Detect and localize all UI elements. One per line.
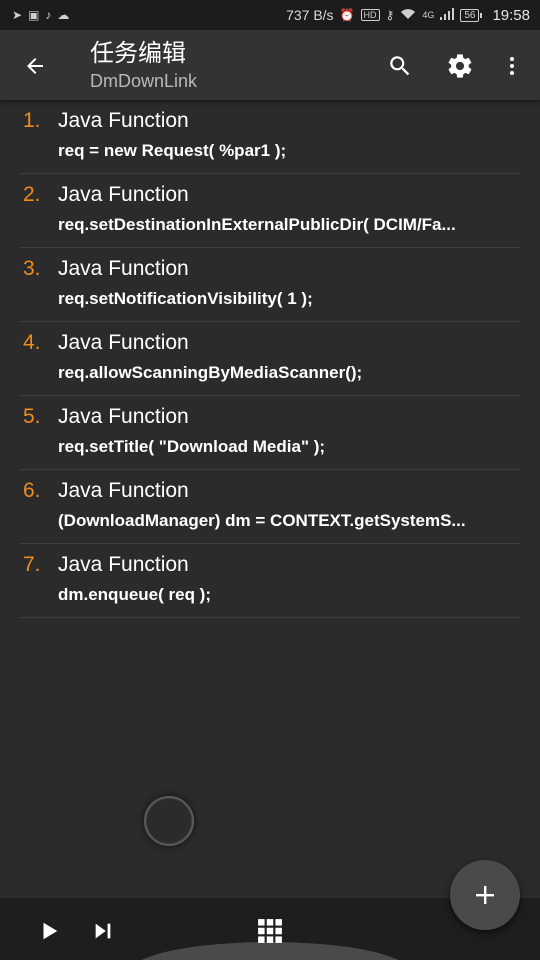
action-row-4[interactable]: 4. Java Function req.allowScanningByMedi… <box>20 322 520 396</box>
action-number: 7. <box>23 553 41 576</box>
status-right-icons: 737 B/s ⏰ HD ⚷ 4G 56 19:58 <box>286 7 530 24</box>
skip-next-icon <box>95 923 111 939</box>
net-type: 4G <box>422 9 435 20</box>
action-code: req.setTitle( "Download Media" ); <box>58 437 326 456</box>
more-vert-icon <box>510 57 514 75</box>
action-code: req.setNotificationVisibility( 1 ); <box>58 289 313 308</box>
action-code: (DownloadManager) dm = CONTEXT.getSystem… <box>58 511 466 530</box>
play-button[interactable] <box>32 914 66 948</box>
battery-level: 56 <box>460 8 480 22</box>
action-row-6[interactable]: 6. Java Function (DownloadManager) dm = … <box>20 470 520 544</box>
action-name: Java Function <box>58 553 189 576</box>
alarm-icon: ⏰ <box>339 8 355 22</box>
gear-icon <box>448 54 472 78</box>
page-title: 任务编辑 <box>90 39 186 67</box>
play-icon <box>43 922 58 940</box>
battery-icon: 56 <box>460 8 483 22</box>
action-code: req = new Request( %par1 ); <box>58 141 287 160</box>
title-block: 任务编辑 DmDownLink <box>90 38 197 92</box>
touch-indicator <box>144 796 194 846</box>
back-arrow-icon <box>27 58 43 74</box>
app-bar: 任务编辑 DmDownLink <box>0 30 540 100</box>
action-row-3[interactable]: 3. Java Function req.setNotificationVisi… <box>20 248 520 322</box>
hd-badge: HD <box>360 9 380 21</box>
search-icon <box>390 56 410 76</box>
settings-button[interactable] <box>438 44 482 88</box>
action-row-1[interactable]: 1. Java Function req = new Request( %par… <box>20 100 520 174</box>
plus-icon <box>476 886 494 904</box>
action-code: req.setDestinationInExternalPublicDir( D… <box>58 215 456 234</box>
action-number: 4. <box>23 331 41 354</box>
send-icon: ➤ <box>12 8 23 22</box>
network-speed: 737 B/s <box>286 7 334 23</box>
tiktok-icon: ♪ <box>45 8 52 22</box>
search-button[interactable] <box>378 44 422 88</box>
action-code: req.allowScanningByMediaScanner(); <box>58 363 363 382</box>
signal-icon <box>440 8 455 22</box>
action-number: 1. <box>23 109 41 132</box>
action-name: Java Function <box>58 479 189 502</box>
action-name: Java Function <box>58 183 189 206</box>
action-number: 6. <box>23 479 41 502</box>
step-button[interactable] <box>86 914 120 948</box>
status-bar: ➤ ▣ ♪ ☁ 737 B/s ⏰ HD ⚷ 4G 56 19:58 <box>0 0 540 30</box>
action-code: dm.enqueue( req ); <box>58 585 212 604</box>
action-row-5[interactable]: 5. Java Function req.setTitle( "Download… <box>20 396 520 470</box>
wechat-icon: ☁ <box>57 8 70 22</box>
action-name: Java Function <box>58 257 189 280</box>
status-left-icons: ➤ ▣ ♪ ☁ <box>12 9 69 21</box>
clock: 19:58 <box>492 6 530 24</box>
add-action-button[interactable] <box>450 860 520 930</box>
action-row-7[interactable]: 7. Java Function dm.enqueue( req ); <box>20 544 520 618</box>
grid-icon <box>258 919 282 943</box>
image-icon: ▣ <box>28 8 40 22</box>
action-number: 3. <box>23 257 41 280</box>
action-number: 5. <box>23 405 41 428</box>
action-list: 1. Java Function req = new Request( %par… <box>0 100 540 618</box>
key-icon: ⚷ <box>385 8 395 22</box>
page-subtitle: DmDownLink <box>90 71 198 91</box>
action-row-2[interactable]: 2. Java Function req.setDestinationInExt… <box>20 174 520 248</box>
action-name: Java Function <box>58 109 189 132</box>
back-button[interactable] <box>14 45 56 87</box>
action-name: Java Function <box>58 331 189 354</box>
action-name: Java Function <box>58 405 189 428</box>
more-options-button[interactable] <box>490 44 534 88</box>
grid-button[interactable] <box>253 914 287 948</box>
wifi-icon <box>400 8 416 22</box>
action-number: 2. <box>23 183 41 206</box>
